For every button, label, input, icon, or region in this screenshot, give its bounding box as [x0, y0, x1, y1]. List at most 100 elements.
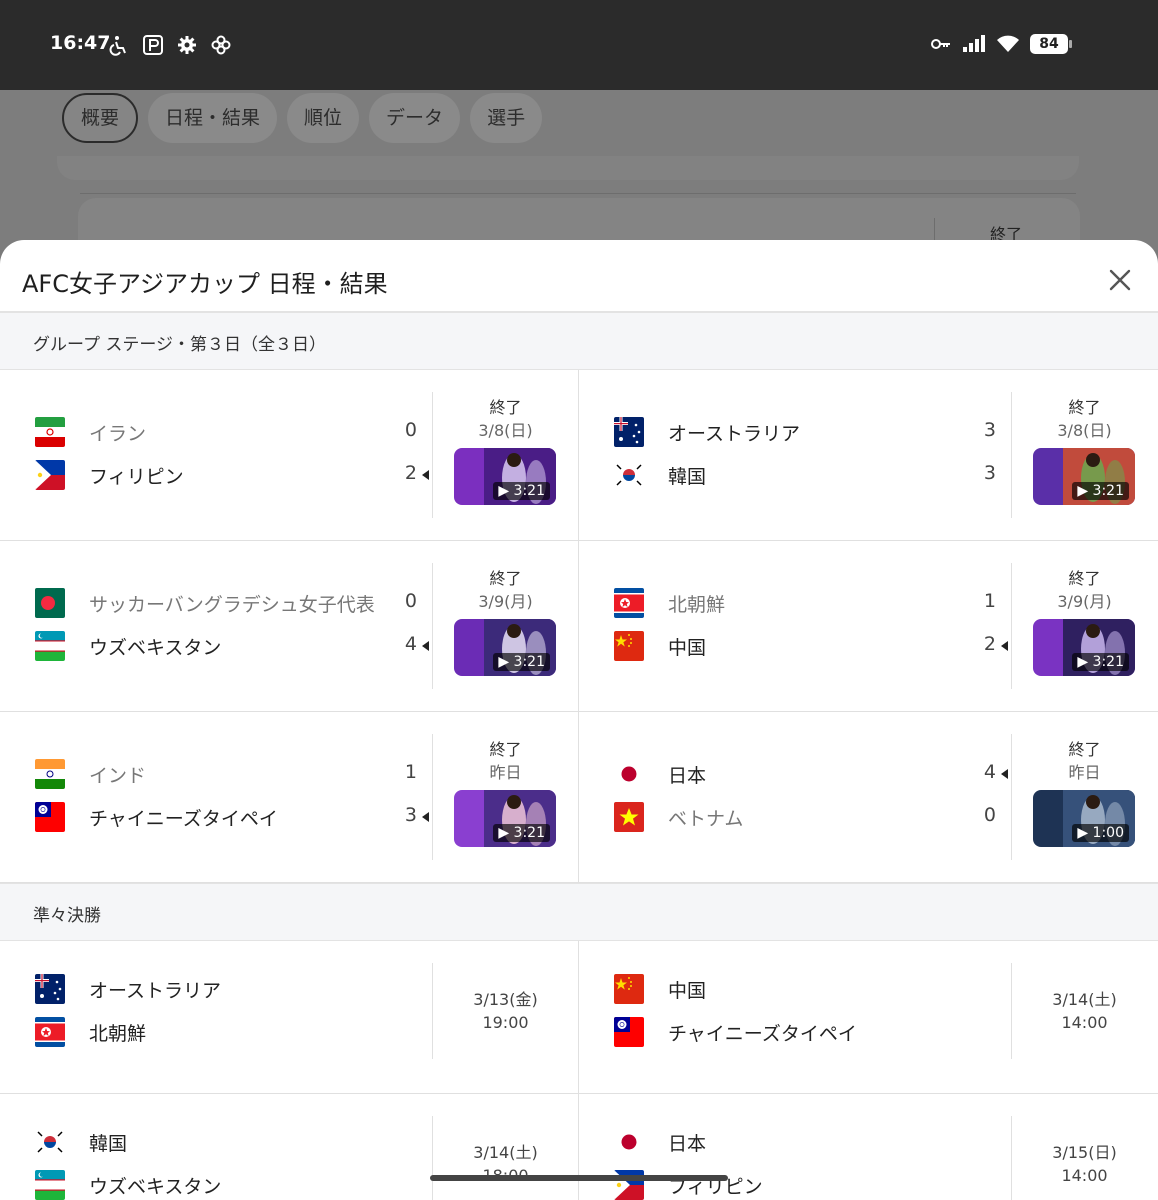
team-score: 2 — [404, 462, 417, 484]
play-icon: ▶ — [498, 654, 514, 670]
close-button[interactable] — [1102, 262, 1138, 298]
duration-text: 3:21 — [513, 483, 545, 499]
team-home: インド 1 — [35, 759, 435, 789]
flag-uzbekistan-icon — [35, 631, 65, 661]
team-name: ベトナム — [668, 808, 744, 830]
team-away: ウズベキスタン — [35, 1170, 435, 1200]
team-score: 3 — [983, 462, 996, 484]
team-score: 1 — [404, 761, 417, 783]
video-duration: ▶ 3:21 — [493, 653, 550, 671]
match-card[interactable]: イラン 0 フィリピン 2 終了 3/8(日) ▶ 3:21 — [0, 370, 578, 540]
highlight-video-thumbnail[interactable]: ▶ 3:21 — [454, 619, 556, 676]
team-home: 北朝鮮 1 — [614, 588, 1014, 618]
team-home: 日本 — [614, 1127, 1014, 1157]
team-home: 日本 4 — [614, 759, 1014, 789]
team-home: サッカーバングラデシュ女子代表 0 — [35, 588, 435, 618]
play-icon: ▶ — [1077, 483, 1093, 499]
tab-data[interactable]: データ — [369, 93, 461, 143]
tab-players[interactable]: 選手 — [470, 93, 543, 143]
video-duration: ▶ 3:21 — [1072, 482, 1129, 500]
play-icon: ▶ — [1077, 654, 1093, 670]
key-icon — [931, 39, 950, 49]
status-bar: 16:47 84 — [0, 0, 1158, 90]
team-name: インド — [89, 765, 147, 787]
duration-text: 1:00 — [1092, 825, 1124, 841]
flag-northkorea-icon — [614, 588, 644, 618]
match-card[interactable]: オーストラリア 3 韓国 3 終了 3/8(日) ▶ 3:21 — [579, 370, 1157, 540]
highlight-video-thumbnail[interactable]: ▶ 3:21 — [1033, 619, 1135, 676]
close-icon — [1109, 269, 1131, 291]
highlight-video-thumbnail[interactable]: ▶ 1:00 — [1033, 790, 1135, 847]
match-status: 終了 — [1068, 740, 1101, 759]
team-name: チャイニーズタイペイ — [668, 1023, 857, 1045]
team-away: 中国 2 — [614, 631, 1014, 661]
gear-icon — [178, 36, 196, 54]
flag-uzbekistan-icon — [35, 1170, 65, 1200]
team-away: ウズベキスタン 4 — [35, 631, 435, 661]
flag-korea-icon — [614, 460, 644, 490]
team-away: チャイニーズタイペイ — [614, 1017, 1014, 1047]
tab-standings[interactable]: 順位 — [287, 93, 360, 143]
team-away: ベトナム 0 — [614, 802, 1014, 832]
flag-india-icon — [35, 759, 65, 789]
match-date: 3/8(日) — [1057, 421, 1112, 440]
video-duration: ▶ 3:21 — [1072, 653, 1129, 671]
team-name: 北朝鮮 — [668, 594, 726, 616]
kickoff-date: 3/13(金) — [473, 990, 538, 1009]
highlight-video-thumbnail[interactable]: ▶ 3:21 — [454, 448, 556, 505]
kickoff-date: 3/15(日) — [1052, 1143, 1117, 1162]
section-header: グループ ステージ・第３日（全３日） — [0, 312, 1158, 370]
tab-bar: 概要 日程・結果 順位 データ 選手 — [62, 93, 543, 143]
app-p-icon — [143, 35, 163, 55]
video-duration: ▶ 3:21 — [493, 824, 550, 842]
tab-schedule-results[interactable]: 日程・結果 — [148, 93, 278, 143]
winner-marker-icon — [1001, 641, 1008, 651]
team-away: 韓国 3 — [614, 460, 1014, 490]
sheet-title: AFC女子アジアカップ 日程・結果 — [22, 270, 388, 298]
video-duration: ▶ 1:00 — [1072, 824, 1129, 842]
team-name: 中国 — [668, 980, 707, 1002]
team-home: イラン 0 — [35, 417, 435, 447]
match-card[interactable]: 日本 フィリピン 3/15(日) 14:00 — [579, 1094, 1157, 1200]
team-name: オーストラリア — [89, 980, 222, 1002]
match-status: 終了 — [489, 569, 522, 588]
tab-overview[interactable]: 概要 — [62, 93, 139, 143]
match-card[interactable]: 北朝鮮 1 中国 2 終了 3/9(月) ▶ 3:21 — [579, 541, 1157, 711]
match-card[interactable]: オーストラリア 北朝鮮 3/13(金) 19:00 — [0, 941, 578, 1093]
match-status: 終了 — [1068, 569, 1101, 588]
match-card[interactable]: インド 1 チャイニーズタイペイ 3 終了 昨日 ▶ 3:21 — [0, 712, 578, 882]
team-home: 韓国 — [35, 1127, 435, 1157]
flag-korea-icon — [35, 1127, 65, 1157]
match-row: オーストラリア 北朝鮮 3/13(金) 19:00 中国 チャイニーズタイペイ 3/14(土… — [0, 941, 1158, 1094]
team-score: 3 — [404, 804, 417, 826]
match-date: 3/9(月) — [478, 592, 533, 611]
team-score: 0 — [404, 590, 417, 612]
match-date: 昨日 — [489, 763, 522, 782]
team-away: フィリピン 2 — [35, 460, 435, 490]
section-title: 準々決勝 — [33, 906, 101, 926]
highlight-video-thumbnail[interactable]: ▶ 3:21 — [454, 790, 556, 847]
team-name: 韓国 — [668, 466, 707, 488]
home-indicator[interactable] — [430, 1175, 728, 1181]
team-score: 4 — [983, 761, 996, 783]
highlight-video-thumbnail[interactable]: ▶ 3:21 — [1033, 448, 1135, 505]
flag-japan-icon — [614, 759, 644, 789]
team-home: オーストラリア 3 — [614, 417, 1014, 447]
match-card[interactable]: 中国 チャイニーズタイペイ 3/14(土) 14:00 — [579, 941, 1157, 1093]
flag-northkorea-icon — [35, 1017, 65, 1047]
team-name: ウズベキスタン — [89, 1176, 222, 1198]
match-card[interactable]: 韓国ウズベキスタン3/14(土)18:00 — [0, 1094, 578, 1200]
match-card[interactable]: 日本 4 ベトナム 0 終了 昨日 ▶ 1:00 — [579, 712, 1157, 882]
clock: 16:47 — [50, 32, 111, 54]
team-name: 日本 — [668, 1133, 707, 1155]
play-icon: ▶ — [498, 825, 514, 841]
match-status: 終了 — [489, 740, 522, 759]
background-page: 概要 日程・結果 順位 データ 選手 終了 — [0, 90, 1158, 258]
winner-marker-icon — [422, 641, 429, 651]
team-name: オーストラリア — [668, 423, 801, 445]
flag-australia-icon — [35, 974, 65, 1004]
kickoff-date: 3/14(土) — [473, 1143, 538, 1162]
match-card[interactable]: サッカーバングラデシュ女子代表 0 ウズベキスタン 4 終了 3/9(月) ▶ 3:21 — [0, 541, 578, 711]
team-score: 0 — [404, 419, 417, 441]
flag-philippines-icon — [35, 460, 65, 490]
